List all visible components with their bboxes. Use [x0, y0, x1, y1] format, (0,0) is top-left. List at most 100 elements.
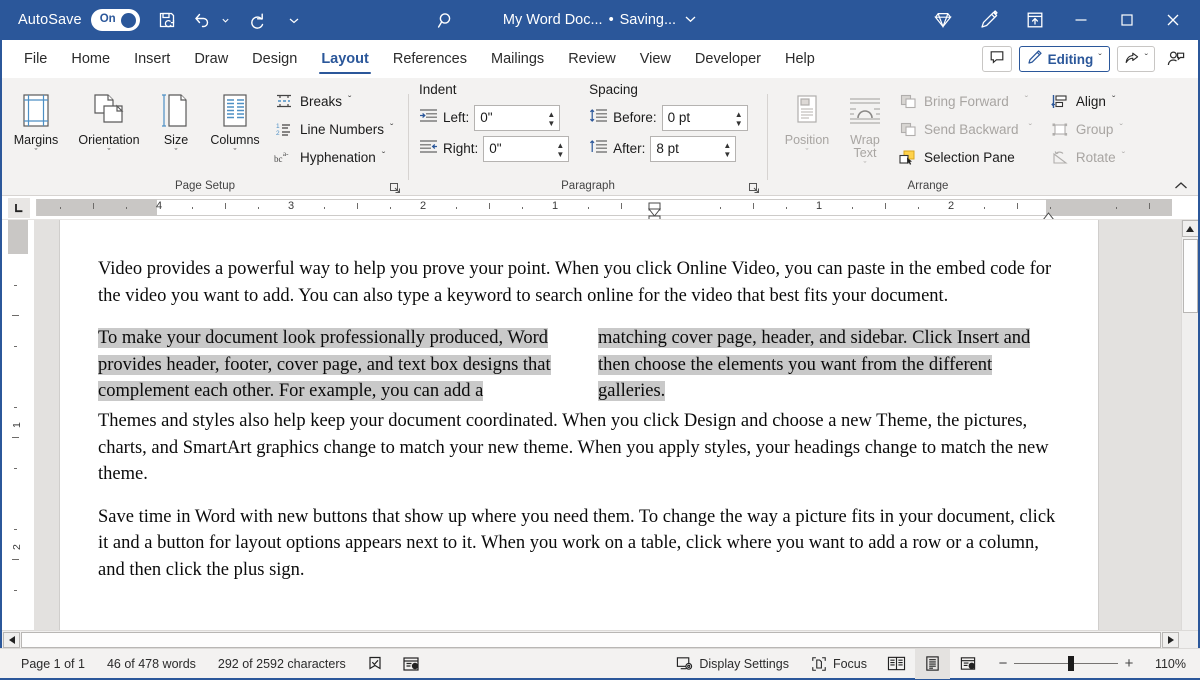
scroll-right-button[interactable]	[1162, 632, 1179, 648]
copilot-diamond-icon[interactable]	[920, 0, 966, 40]
print-layout-button[interactable]	[915, 649, 950, 679]
chevron-down-icon[interactable]: ˇ	[1112, 96, 1115, 106]
tab-insert[interactable]: Insert	[122, 40, 182, 78]
spacing-after-stepper[interactable]: ▲▼	[723, 137, 731, 163]
word-count[interactable]: 46 of 478 words	[96, 649, 207, 679]
character-count[interactable]: 292 of 2592 characters	[207, 649, 357, 679]
chevron-down-icon[interactable]: ˇ	[1098, 54, 1101, 64]
paragraph-4[interactable]: Save time in Word with new buttons that …	[98, 504, 1060, 584]
chevron-down-icon[interactable]: ˇ	[806, 148, 809, 157]
zoom-in-button[interactable]: +	[1118, 655, 1140, 672]
minimize-button[interactable]	[1058, 0, 1104, 40]
designer-pen-icon[interactable]	[966, 0, 1012, 40]
editing-mode-button[interactable]: Editing ˇ	[1019, 46, 1110, 72]
horizontal-scrollbar[interactable]	[2, 630, 1198, 648]
margins-button[interactable]: Margins ˇ	[2, 84, 70, 157]
document-canvas[interactable]: Video provides a powerful way to help yo…	[34, 220, 1198, 648]
position-button[interactable]: Position ˇ	[776, 84, 838, 157]
tab-mailings[interactable]: Mailings	[479, 40, 556, 78]
orientation-button[interactable]: Orientation ˇ	[70, 84, 148, 157]
chevron-down-icon[interactable]: ˇ	[234, 148, 237, 157]
chevron-down-icon[interactable]: ˇ	[390, 124, 393, 134]
indent-left-stepper[interactable]: ▲▼	[547, 106, 555, 132]
spacing-before-stepper[interactable]: ▲▼	[735, 106, 743, 132]
quick-access-more-icon[interactable]	[286, 3, 302, 37]
paragraph-2-column-1-text[interactable]: To make your document look professionall…	[98, 325, 558, 405]
hyphenation-button[interactable]: bc a- Hyphenation ˇ	[270, 143, 397, 171]
tab-help[interactable]: Help	[773, 40, 827, 78]
tab-design[interactable]: Design	[240, 40, 309, 78]
tab-developer[interactable]: Developer	[683, 40, 773, 78]
wrap-text-button[interactable]: Wrap Text ˇ	[838, 84, 892, 170]
tab-review[interactable]: Review	[556, 40, 628, 78]
save-refresh-icon[interactable]	[150, 3, 184, 37]
paragraph-1[interactable]: Video provides a powerful way to help yo…	[98, 256, 1060, 309]
left-indent-marker[interactable]	[648, 211, 661, 219]
chevron-down-icon[interactable]: ˇ	[1122, 152, 1125, 162]
vertical-ruler[interactable]: 1 2	[2, 220, 34, 648]
page-info[interactable]: Page 1 of 1	[10, 649, 96, 679]
chevron-down-icon[interactable]: ˇ	[108, 148, 111, 157]
indent-left-input[interactable]: 0" ▲▼	[474, 105, 560, 131]
chevron-down-icon[interactable]: ˇ	[1025, 96, 1028, 106]
selection-pane-button[interactable]: Selection Pane	[894, 143, 1036, 171]
chevron-down-icon[interactable]	[684, 11, 697, 29]
zoom-level[interactable]: 110%	[1146, 657, 1196, 671]
chevron-down-icon[interactable]: ˇ	[864, 161, 867, 170]
paragraph-dialog-launcher[interactable]	[747, 181, 761, 195]
tab-layout[interactable]: Layout	[309, 40, 381, 78]
document-page[interactable]: Video provides a powerful way to help yo…	[60, 220, 1098, 640]
zoom-slider[interactable]: − +	[986, 655, 1146, 672]
right-indent-marker[interactable]	[1042, 208, 1055, 219]
autosave-toggle[interactable]: On	[91, 9, 140, 31]
spacing-before-input[interactable]: 0 pt ▲▼	[662, 105, 748, 131]
send-backward-button[interactable]: Send Backward ˇ	[894, 115, 1036, 143]
undo-icon[interactable]	[184, 3, 218, 37]
redo-icon[interactable]	[240, 3, 274, 37]
bring-forward-button[interactable]: Bring Forward ˇ	[894, 87, 1036, 115]
chevron-down-icon[interactable]: ˇ	[1145, 54, 1148, 64]
paragraph-3[interactable]: Themes and styles also help keep your do…	[98, 408, 1060, 488]
web-layout-button[interactable]	[950, 649, 986, 679]
paragraph-2-column-1[interactable]: To make your document look professionall…	[98, 325, 558, 405]
zoom-thumb[interactable]	[1068, 656, 1074, 671]
tab-references[interactable]: References	[381, 40, 479, 78]
tab-stop-left-icon[interactable]	[2, 196, 36, 219]
tab-view[interactable]: View	[628, 40, 683, 78]
document-title-button[interactable]: My Word Doc... • Saving...	[503, 11, 697, 29]
chevron-down-icon[interactable]: ˇ	[1029, 124, 1032, 134]
scroll-left-button[interactable]	[3, 632, 20, 648]
group-button[interactable]: Group ˇ	[1046, 115, 1129, 143]
paragraph-2-column-2[interactable]: matching cover page, header, and sidebar…	[598, 325, 1058, 405]
search-icon[interactable]	[430, 3, 464, 37]
columns-button[interactable]: Columns ˇ	[204, 84, 266, 157]
page-setup-dialog-launcher[interactable]	[388, 181, 402, 195]
undo-dropdown-icon[interactable]	[218, 3, 234, 37]
chevron-down-icon[interactable]: ˇ	[35, 148, 38, 157]
proofing-check-icon[interactable]	[357, 649, 393, 679]
scroll-up-button[interactable]	[1182, 220, 1199, 237]
display-settings-button[interactable]: Display Settings	[665, 649, 800, 679]
tab-home[interactable]: Home	[59, 40, 122, 78]
chevron-down-icon[interactable]: ˇ	[348, 96, 351, 106]
chevron-down-icon[interactable]: ˇ	[175, 148, 178, 157]
chevron-down-icon[interactable]: ˇ	[1119, 124, 1122, 134]
paragraph-2-column-2-text[interactable]: matching cover page, header, and sidebar…	[598, 325, 1058, 405]
chevron-down-icon[interactable]: ˇ	[382, 152, 385, 162]
indent-right-stepper[interactable]: ▲▼	[556, 137, 564, 163]
focus-button[interactable]: Focus	[800, 649, 878, 679]
close-button[interactable]	[1150, 0, 1196, 40]
share-button[interactable]: ˇ	[1117, 46, 1155, 72]
spacing-after-input[interactable]: 8 pt ▲▼	[650, 136, 736, 162]
horizontal-ruler[interactable]: 4 3 2 1 1 2	[36, 196, 1172, 219]
zoom-out-button[interactable]: −	[992, 655, 1014, 672]
breaks-button[interactable]: Breaks ˇ	[270, 87, 397, 115]
ribbon-display-options-icon[interactable]	[1012, 0, 1058, 40]
read-mode-button[interactable]	[878, 649, 915, 679]
rotate-button[interactable]: Rotate ˇ	[1046, 143, 1129, 171]
comments-button[interactable]	[982, 46, 1012, 72]
align-button[interactable]: Align ˇ	[1046, 87, 1129, 115]
accessibility-icon[interactable]	[393, 649, 429, 679]
zoom-track[interactable]	[1014, 663, 1118, 664]
horizontal-scroll-thumb[interactable]	[21, 632, 1161, 648]
